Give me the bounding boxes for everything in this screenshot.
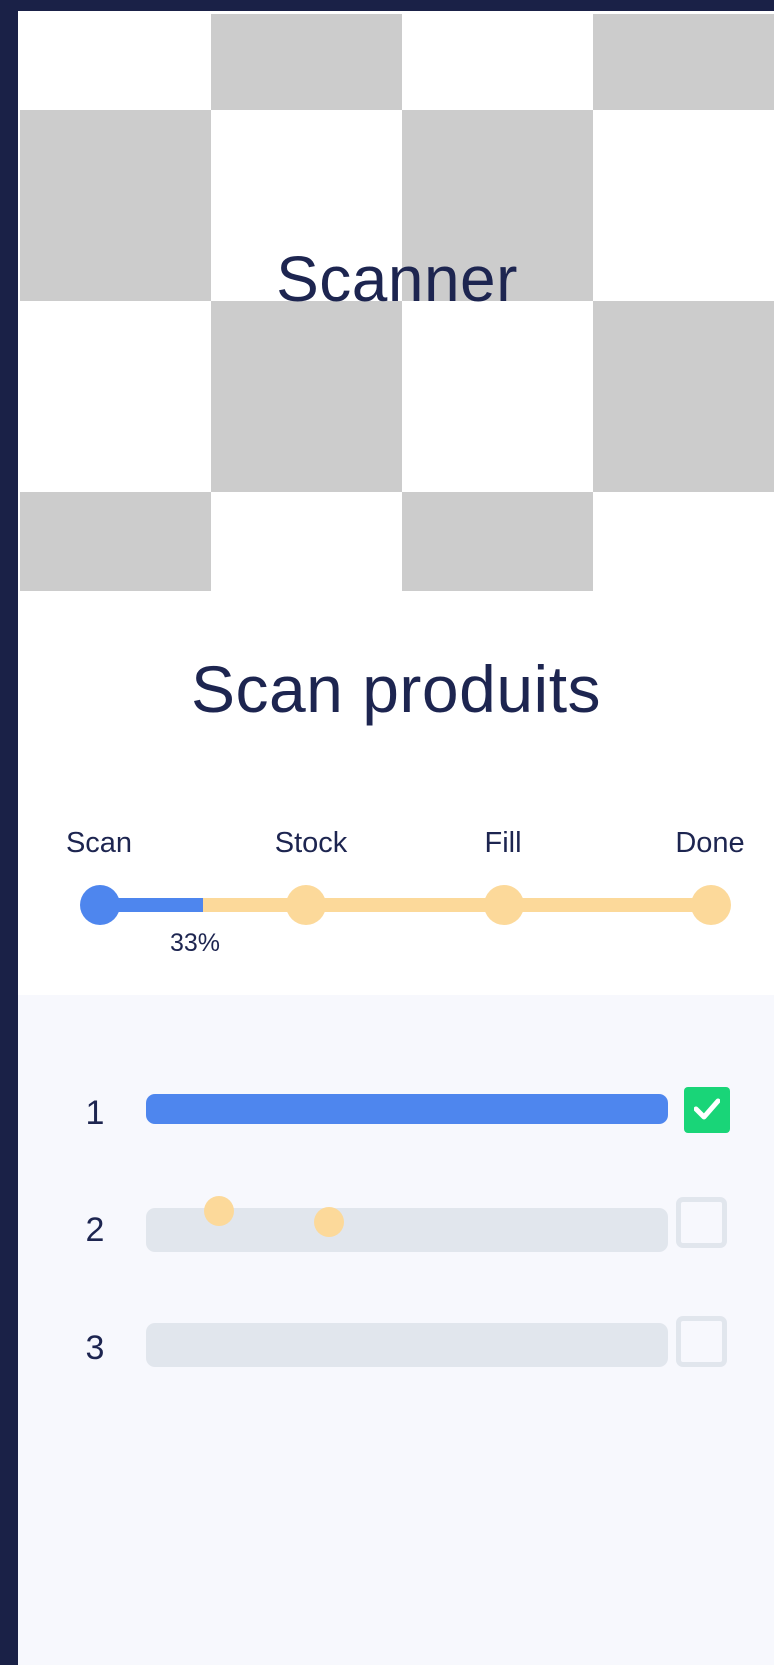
hero-title: Scanner <box>276 243 518 315</box>
step-label-fill: Fill <box>484 827 522 859</box>
marker-dot <box>204 1196 234 1226</box>
check-icon <box>694 1098 720 1120</box>
scan-list: 1 2 3 <box>18 995 774 1665</box>
hero-illustration: Scanner <box>20 14 774 591</box>
row-checkbox[interactable] <box>684 1087 730 1133</box>
step-label-scan: Scan <box>65 827 133 859</box>
row-number: 1 <box>85 1094 105 1132</box>
row-progress-bar <box>146 1094 668 1124</box>
page-title: Scan produits <box>190 652 602 726</box>
step-dot-done[interactable] <box>691 885 731 925</box>
row-progress-bar <box>146 1323 668 1367</box>
step-dot-stock[interactable] <box>286 885 326 925</box>
marker-dot <box>314 1207 344 1237</box>
row-number: 2 <box>85 1211 105 1249</box>
progress-percent: 33% <box>169 929 221 957</box>
app-screen: Scanner Scan produits Scan Stock Fill Do… <box>18 11 774 1665</box>
step-dot-fill[interactable] <box>484 885 524 925</box>
step-label-done: Done <box>675 827 745 859</box>
row-number: 3 <box>85 1329 105 1367</box>
row-checkbox[interactable] <box>676 1316 727 1367</box>
row-checkbox[interactable] <box>676 1197 727 1248</box>
step-dot-scan[interactable] <box>80 885 120 925</box>
step-label-stock: Stock <box>274 827 348 859</box>
